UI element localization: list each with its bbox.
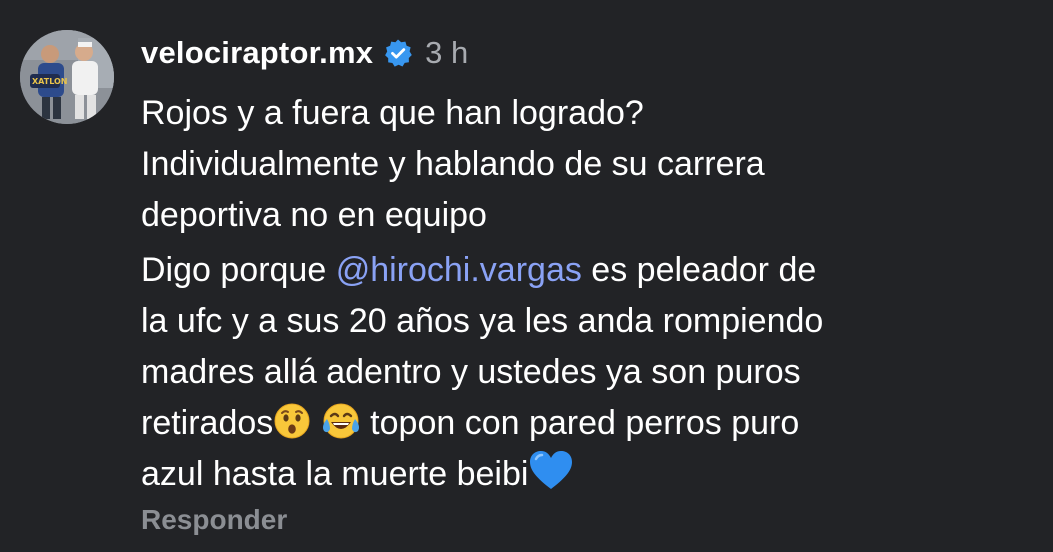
comment-line: Digo porque @hirochi.vargas es peleador … [141, 245, 823, 296]
comment-header: velociraptor.mx 3 h [141, 30, 468, 76]
comment-text: topon con pared perros puro [360, 404, 800, 442]
comment-text: azul hasta la muerte beibi [141, 455, 529, 493]
comment-paragraph-1: Rojos y a fuera que han logrado? Individ… [141, 88, 765, 241]
timestamp: 3 h [425, 35, 469, 70]
reply-button[interactable]: Responder [141, 504, 287, 536]
svg-text:XATLON: XATLON [32, 77, 68, 86]
comment-line: retirados topon con pared perros puro [141, 398, 823, 449]
comment-line: deportiva no en equipo [141, 196, 487, 234]
comment-line: la ufc y a sus 20 años ya les anda rompi… [141, 302, 824, 340]
mention-link[interactable]: @hirochi.vargas [336, 251, 582, 289]
comment-text: es peleador de [581, 251, 817, 289]
hushed-face-icon [273, 402, 311, 440]
comment-text: retirados [141, 404, 274, 442]
username[interactable]: velociraptor.mx [141, 35, 373, 71]
blue-heart-icon [528, 449, 574, 491]
comment-line: Rojos y a fuera que han logrado? [141, 94, 644, 132]
comment-line: Individualmente y hablando de su carrera [141, 145, 765, 183]
comment-text: Digo porque [141, 251, 336, 289]
comment-line: madres allá adentro y ustedes ya son pur… [141, 353, 801, 391]
comment-paragraph-2: Digo porque @hirochi.vargas es peleador … [141, 245, 823, 500]
avatar[interactable]: XATLON [20, 30, 114, 124]
tears-of-joy-icon [321, 402, 361, 440]
verified-badge-icon [383, 38, 413, 68]
comment-line: azul hasta la muerte beibi [141, 449, 823, 500]
